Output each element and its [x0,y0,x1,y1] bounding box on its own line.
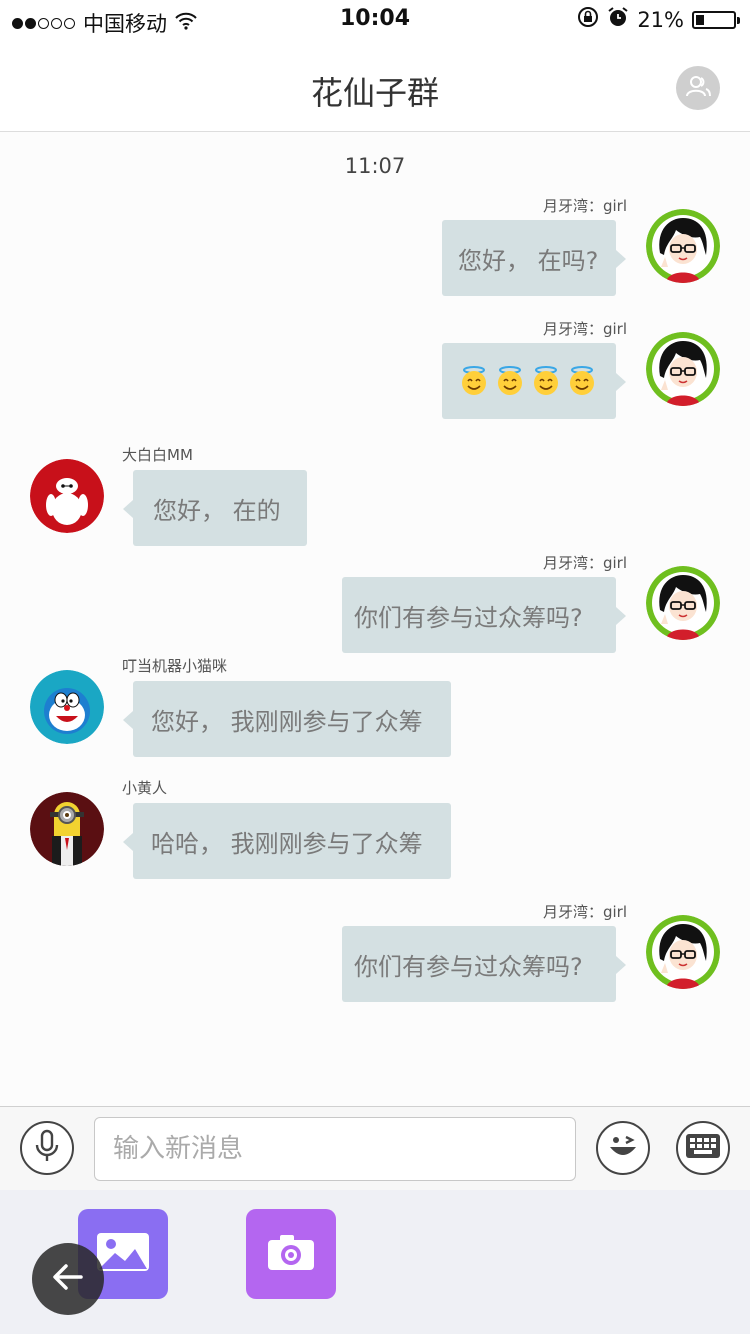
alarm-icon [607,6,629,33]
group-members-button[interactable] [676,66,720,110]
keyboard-button[interactable] [676,1121,730,1175]
message-text: 你们有参与过众筹吗? [354,603,583,632]
camera-icon [266,1232,316,1276]
image-icon [95,1231,151,1277]
message-bubble[interactable]: 您好， 在吗? [442,220,626,296]
sender-name: 月牙湾：girl [542,197,627,215]
message-bubble[interactable]: 你们有参与过众筹吗? [342,577,626,653]
keyboard-icon [685,1133,721,1163]
sender-name: 月牙湾：girl [542,903,627,921]
emoji-wink-icon [606,1131,640,1165]
girl-avatar[interactable] [646,566,720,640]
chat-time-label: 11:07 [344,154,406,178]
message-bubble[interactable]: 您好， 在的 [123,470,307,546]
group-members-icon [684,74,712,102]
sender-name: 小黄人 [122,779,168,797]
girl-avatar[interactable] [646,915,720,989]
status-bar: 中国移动 10:04 21% [0,0,750,40]
girl-avatar[interactable] [646,209,720,283]
message-text: 您好， 我刚刚参与了众筹 [151,707,423,736]
microphone-icon [34,1129,60,1167]
back-arrow-icon [52,1263,84,1295]
back-button[interactable] [32,1243,104,1315]
battery-percent: 21% [637,7,684,32]
status-right: 21% [577,6,740,33]
girl-avatar[interactable] [646,332,720,406]
halo-smile-emoji-icon [566,365,598,397]
camera-button[interactable] [246,1209,336,1299]
message-text: 您好， 在的 [153,496,281,525]
input-bar [0,1106,750,1190]
battery-icon [692,10,740,29]
message-bubble[interactable]: 你们有参与过众筹吗? [342,926,626,1002]
halo-smile-emoji-icon [494,365,526,397]
message-text: 哈哈， 我刚刚参与了众筹 [151,829,423,858]
sender-name: 大白白MM [122,446,193,464]
sender-name: 月牙湾：girl [542,554,627,572]
sender-name: 叮当机器小猫咪 [122,657,228,675]
message-input[interactable] [94,1117,576,1181]
doraemon-avatar[interactable] [30,670,104,744]
halo-smile-emoji-icon [530,365,562,397]
minion-avatar[interactable] [30,792,104,866]
message-bubble[interactable]: 哈哈， 我刚刚参与了众筹 [123,803,451,879]
baymax-avatar[interactable] [30,459,104,533]
voice-button[interactable] [20,1121,74,1175]
emoji-button[interactable] [596,1121,650,1175]
message-bubble[interactable]: 您好， 我刚刚参与了众筹 [123,681,451,757]
page-title: 花仙子群 [310,74,439,112]
message-text: 您好， 在吗? [458,246,599,275]
rotation-lock-icon [577,6,599,33]
sender-name: 月牙湾：girl [542,320,627,338]
halo-smile-emoji-icon [458,365,490,397]
message-text: 你们有参与过众筹吗? [354,952,583,981]
message-bubble[interactable] [442,343,626,419]
nav-bar: 花仙子群 [0,40,750,132]
attachment-tray [0,1190,750,1334]
